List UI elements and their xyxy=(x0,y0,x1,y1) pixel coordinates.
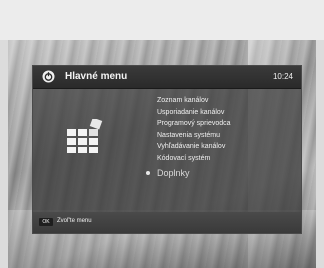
bezel-right xyxy=(316,40,324,268)
bezel-left xyxy=(0,40,8,268)
menu-body: Zoznam kanálov Usporiadanie kanálov Prog… xyxy=(33,89,301,212)
menu-item-channel-organize[interactable]: Usporiadanie kanálov xyxy=(157,107,231,119)
grid-menu-icon xyxy=(67,119,103,153)
menu-item-system-settings[interactable]: Nastavenia systému xyxy=(157,130,231,142)
footer-hint: Zvoľ'te menu xyxy=(57,218,92,224)
menu-footer: OK Zvoľ'te menu xyxy=(33,212,301,233)
menu-titlebar: Hlavné menu 10:24 xyxy=(33,66,301,89)
main-menu-window: Hlavné menu 10:24 Zoznam kanálov Usporia… xyxy=(32,65,302,234)
page-title: Hlavné menu xyxy=(65,71,128,82)
power-icon xyxy=(42,70,55,83)
menu-item-extras[interactable]: Doplnky xyxy=(146,166,231,180)
menu-item-channel-list[interactable]: Zoznam kanálov xyxy=(157,95,231,107)
menu-item-encoding-system[interactable]: Kódovací systém xyxy=(157,153,231,165)
ok-key-icon: OK xyxy=(39,218,53,226)
menu-item-channel-search[interactable]: Vyhľadávanie kanálov xyxy=(157,141,231,153)
menu-item-program-guide[interactable]: Programový sprievodca xyxy=(157,118,231,130)
selection-bullet-icon xyxy=(146,171,150,175)
menu-list: Zoznam kanálov Usporiadanie kanálov Prog… xyxy=(146,95,231,180)
page-background xyxy=(0,0,324,40)
clock-display: 10:24 xyxy=(272,72,293,81)
menu-item-extras-label: Doplnky xyxy=(157,168,190,178)
